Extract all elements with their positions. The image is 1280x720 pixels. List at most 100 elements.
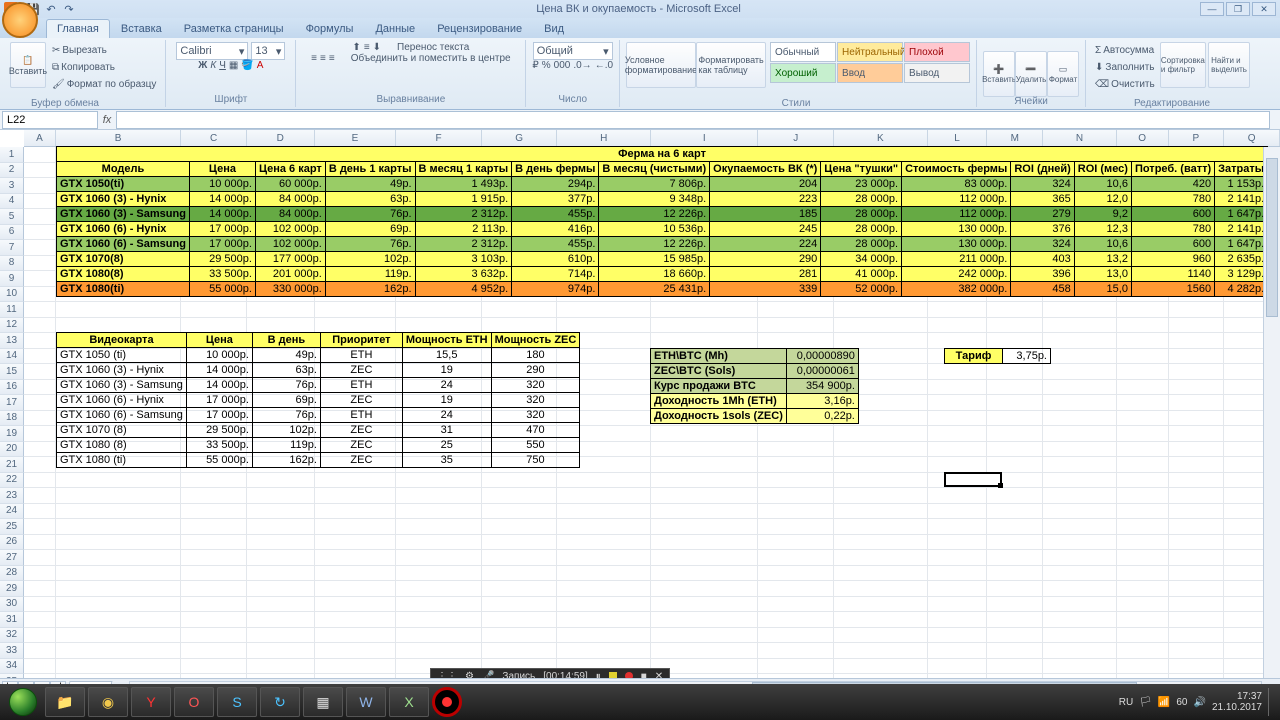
- cards-cell[interactable]: ETH: [320, 348, 402, 363]
- farm-cell[interactable]: 33 500р.: [189, 267, 255, 282]
- farm-cell[interactable]: GTX 1080(8): [57, 267, 190, 282]
- farm-cell[interactable]: 2 113р.: [415, 222, 512, 237]
- cards-cell[interactable]: 10 000р.: [186, 348, 252, 363]
- farm-cell[interactable]: GTX 1060 (3) - Hynix: [57, 192, 190, 207]
- cards-cell[interactable]: ZEC: [320, 393, 402, 408]
- copy-button[interactable]: ⧉Копировать: [49, 59, 159, 75]
- farm-cell[interactable]: 177 000р.: [255, 252, 325, 267]
- col-header-F[interactable]: F: [396, 130, 482, 146]
- taskbar-recorder[interactable]: [432, 687, 462, 717]
- cards-cell[interactable]: 29 500р.: [186, 423, 252, 438]
- qat-redo[interactable]: ↷: [61, 1, 77, 17]
- rec-stop-icon[interactable]: ■: [641, 671, 647, 679]
- row-header[interactable]: 30: [0, 597, 24, 613]
- farm-cell[interactable]: 600: [1131, 237, 1214, 252]
- farm-cell[interactable]: 610р.: [512, 252, 599, 267]
- format-cells-button[interactable]: ▭Формат: [1047, 51, 1079, 97]
- farm-cell[interactable]: 974р.: [512, 282, 599, 297]
- farm-cell[interactable]: 14 000р.: [189, 207, 255, 222]
- format-as-table-button[interactable]: Форматировать как таблицу: [696, 42, 766, 88]
- farm-cell[interactable]: 28 000р.: [821, 237, 902, 252]
- cards-cell[interactable]: ZEC: [320, 453, 402, 468]
- cards-cell[interactable]: GTX 1050 (ti): [57, 348, 187, 363]
- col-header-N[interactable]: N: [1043, 130, 1117, 146]
- cards-cell[interactable]: 550: [491, 438, 580, 453]
- farm-cell[interactable]: 34 000р.: [821, 252, 902, 267]
- minimize-button[interactable]: —: [1200, 2, 1224, 16]
- tray-network-icon[interactable]: 📶: [1158, 697, 1170, 708]
- row-header[interactable]: 6: [0, 225, 24, 241]
- farm-cell[interactable]: 10 000р.: [189, 177, 255, 192]
- cards-cell[interactable]: 119р.: [252, 438, 320, 453]
- cards-cell[interactable]: GTX 1060 (3) - Hynix: [57, 363, 187, 378]
- cards-cell[interactable]: 14 000р.: [186, 378, 252, 393]
- farm-cell[interactable]: 294р.: [512, 177, 599, 192]
- farm-cell[interactable]: 12,0: [1074, 192, 1131, 207]
- farm-cell[interactable]: 9,2: [1074, 207, 1131, 222]
- maximize-button[interactable]: ❐: [1226, 2, 1250, 16]
- tab-insert[interactable]: Вставка: [110, 19, 173, 38]
- rate-value[interactable]: 0,22р.: [786, 409, 858, 424]
- farm-cell[interactable]: 63р.: [325, 192, 415, 207]
- cards-cell[interactable]: 14 000р.: [186, 363, 252, 378]
- clear-button[interactable]: ⌫Очистить: [1092, 76, 1158, 92]
- farm-cell[interactable]: 49р.: [325, 177, 415, 192]
- row-header[interactable]: 17: [0, 395, 24, 411]
- row-header[interactable]: 5: [0, 209, 24, 225]
- cards-cell[interactable]: 35: [402, 453, 491, 468]
- merge-center-button[interactable]: Объединить и поместить в центре: [351, 53, 511, 64]
- tray-lang[interactable]: RU: [1119, 697, 1133, 708]
- farm-cell[interactable]: 377р.: [512, 192, 599, 207]
- row-header[interactable]: 33: [0, 643, 24, 659]
- taskbar-word[interactable]: W: [346, 687, 386, 717]
- row-header[interactable]: 19: [0, 426, 24, 442]
- farm-cell[interactable]: 25 431р.: [599, 282, 710, 297]
- row-header[interactable]: 10: [0, 287, 24, 303]
- style-normal[interactable]: Обычный: [770, 42, 836, 62]
- cards-cell[interactable]: 19: [402, 393, 491, 408]
- farm-cell[interactable]: 224: [710, 237, 821, 252]
- cards-cell[interactable]: 320: [491, 408, 580, 423]
- cards-cell[interactable]: 15,5: [402, 348, 491, 363]
- taskbar-skype[interactable]: S: [217, 687, 257, 717]
- cards-cell[interactable]: GTX 1080 (8): [57, 438, 187, 453]
- farm-cell[interactable]: 112 000р.: [902, 207, 1011, 222]
- farm-cell[interactable]: 290: [710, 252, 821, 267]
- farm-cell[interactable]: 3 129р.: [1215, 267, 1268, 282]
- office-button[interactable]: [2, 2, 38, 38]
- cards-cell[interactable]: 24: [402, 408, 491, 423]
- farm-cell[interactable]: 458: [1011, 282, 1074, 297]
- farm-cell[interactable]: 84 000р.: [255, 192, 325, 207]
- farm-cell[interactable]: 18 660р.: [599, 267, 710, 282]
- cards-cell[interactable]: ZEC: [320, 438, 402, 453]
- row-header[interactable]: 14: [0, 349, 24, 365]
- farm-cell[interactable]: GTX 1060 (6) - Hynix: [57, 222, 190, 237]
- farm-cell[interactable]: 365: [1011, 192, 1074, 207]
- currency-button[interactable]: ₽: [532, 60, 538, 71]
- farm-cell[interactable]: 29 500р.: [189, 252, 255, 267]
- taskbar-yandex[interactable]: Y: [131, 687, 171, 717]
- row-header[interactable]: 25: [0, 519, 24, 535]
- row-header[interactable]: 20: [0, 442, 24, 458]
- tray-volume-icon[interactable]: 🔊: [1193, 697, 1205, 708]
- farm-cell[interactable]: 13,0: [1074, 267, 1131, 282]
- farm-cell[interactable]: 4 952р.: [415, 282, 512, 297]
- rec-close-icon[interactable]: ✕: [655, 671, 663, 679]
- farm-cell[interactable]: 1 493р.: [415, 177, 512, 192]
- taskbar-app[interactable]: ▦: [303, 687, 343, 717]
- row-header[interactable]: 22: [0, 473, 24, 489]
- farm-cell[interactable]: 600: [1131, 207, 1214, 222]
- farm-cell[interactable]: 2 312р.: [415, 207, 512, 222]
- autosum-button[interactable]: ΣАвтосумма: [1092, 42, 1158, 58]
- farm-cell[interactable]: 1560: [1131, 282, 1214, 297]
- farm-cell[interactable]: 119р.: [325, 267, 415, 282]
- align-top-button[interactable]: ⬆: [352, 42, 360, 53]
- system-tray[interactable]: RU 🏳 📶 60 🔊 17:3721.10.2017: [1119, 688, 1276, 716]
- farm-cell[interactable]: 1140: [1131, 267, 1214, 282]
- align-left-button[interactable]: ≡: [311, 53, 317, 64]
- tab-home[interactable]: Главная: [46, 19, 110, 38]
- fill-button[interactable]: ⬇Заполнить: [1092, 59, 1158, 75]
- cards-cell[interactable]: 25: [402, 438, 491, 453]
- delete-cells-button[interactable]: ➖Удалить: [1015, 51, 1047, 97]
- formula-input[interactable]: [116, 111, 1270, 129]
